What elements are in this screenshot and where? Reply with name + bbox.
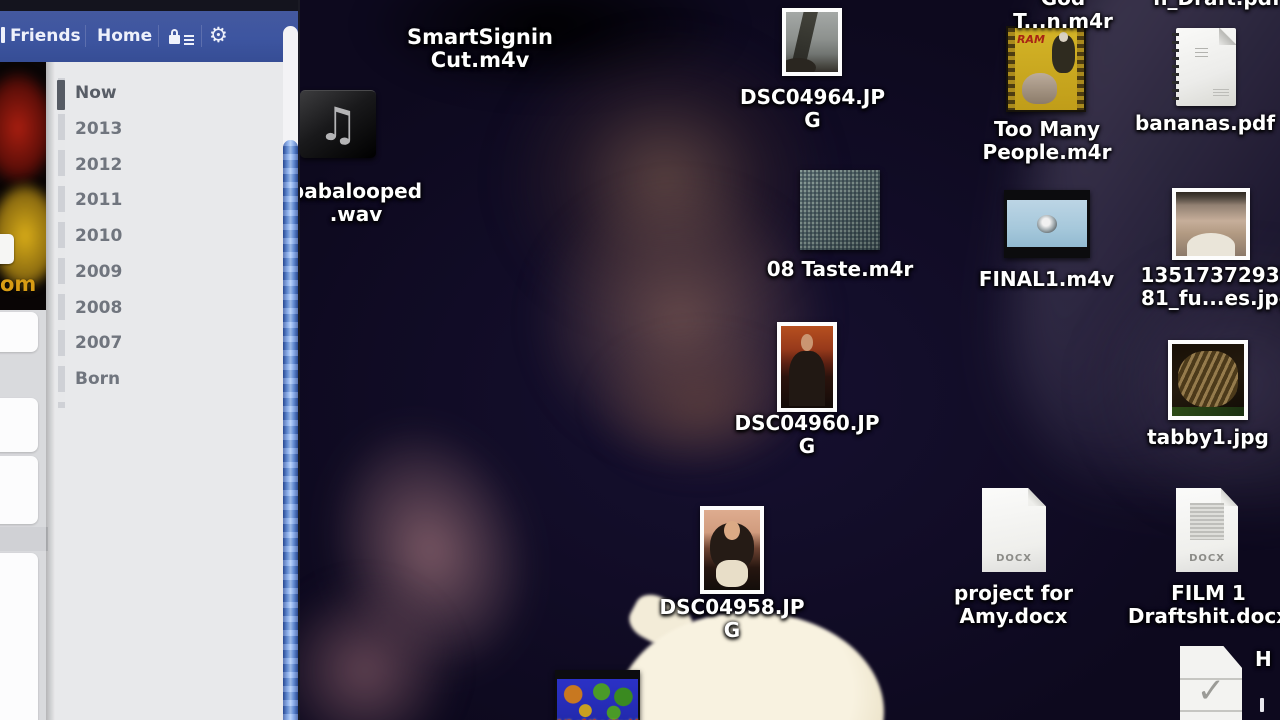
timeline-item-2008[interactable]: 2008	[75, 298, 122, 318]
album-art-icon: RAM	[1006, 26, 1086, 112]
noise-thumbnail-icon	[800, 170, 880, 250]
checklist-document-icon: ✓	[1180, 646, 1242, 720]
photo-thumbnail-icon	[1172, 188, 1250, 260]
timeline-item-2009[interactable]: 2009	[75, 262, 122, 282]
ad-red-shape	[0, 68, 46, 188]
desktop-icon-too-many-people-m4r[interactable]: RAM Too Many People.m4r	[300, 0, 380, 86]
timeline-item-2007[interactable]: 2007	[75, 333, 122, 353]
photo-thumbnail-icon	[782, 8, 842, 76]
lens-icon	[1037, 215, 1057, 233]
screen: Friends Home ⚙ om	[0, 0, 1280, 720]
sidebar-ad-image[interactable]: om	[0, 62, 46, 310]
timeline-item-2013[interactable]: 2013	[75, 119, 122, 139]
video-file-icon	[1004, 190, 1090, 258]
scrollbar-thumb[interactable]	[283, 140, 298, 720]
docx-document-icon: DOCX	[982, 488, 1046, 572]
timeline-item-now[interactable]: Now	[75, 83, 117, 103]
photo-thumbnail-icon	[777, 322, 837, 412]
baby-photo	[1176, 192, 1246, 256]
folded-corner	[1219, 28, 1236, 45]
window-top-strip	[0, 0, 300, 11]
portrait-photo	[781, 326, 833, 408]
mac-desktop[interactable]: SmartSignin Cut.m4v ♫ babalooped .wav Go…	[300, 0, 1280, 720]
docx-badge: DOCX	[982, 553, 1046, 564]
spiral-binding	[1172, 33, 1179, 102]
nav-divider	[85, 25, 86, 47]
text-preview	[1190, 503, 1225, 540]
nav-home[interactable]: Home	[97, 26, 152, 46]
timeline-now-indicator	[57, 80, 65, 110]
cat-photo	[1172, 344, 1244, 416]
timeline-item-born[interactable]: Born	[75, 369, 120, 389]
facebook-window: Friends Home ⚙ om	[0, 0, 300, 720]
docx-document-icon: DOCX	[1176, 488, 1238, 572]
desktop-icon-n-draft-pdf[interactable]: n_Draft.pdf	[1152, 0, 1280, 10]
gear-icon[interactable]: ⚙	[209, 23, 228, 47]
privacy-shortcuts-icon[interactable]	[169, 28, 195, 46]
folded-corner	[1028, 488, 1046, 506]
photo-thumbnail-icon	[1168, 340, 1248, 420]
desktop-icon-god-m4r[interactable]: God T...n.m4r	[988, 0, 1138, 33]
feed-gap	[0, 527, 48, 551]
nav-divider	[158, 25, 159, 47]
ad-button[interactable]	[0, 234, 14, 264]
column-shadow	[46, 62, 55, 720]
world-map-video-icon: 1/3 of the World	[555, 670, 640, 720]
desktop-icon-smartsignin-cut-m4v[interactable]: SmartSignin Cut.m4v	[395, 26, 565, 72]
photo-thumbnail-icon	[700, 506, 764, 594]
feed-card[interactable]	[0, 553, 38, 720]
timeline-item-2010[interactable]: 2010	[75, 226, 122, 246]
portrait-photo	[704, 510, 760, 590]
music-file-icon: ♫	[300, 90, 376, 158]
partial-label-fragment	[1260, 698, 1264, 712]
feed-card[interactable]	[0, 456, 38, 524]
timeline-item-2011[interactable]: 2011	[75, 190, 122, 210]
facebook-navbar: Friends Home ⚙	[0, 11, 300, 62]
pdf-document-icon	[1176, 28, 1236, 106]
docx-badge: DOCX	[1176, 553, 1238, 564]
nav-text-fragment	[1, 27, 5, 43]
monument-photo	[786, 12, 838, 72]
nav-friends[interactable]: Friends	[10, 26, 81, 46]
desktop-icon-partial-label[interactable]: H	[1255, 648, 1280, 671]
album-title-text: RAM	[1017, 33, 1045, 46]
checkmark-icon: ✓	[1180, 671, 1242, 711]
feed-card[interactable]	[0, 398, 38, 452]
timeline-track	[58, 78, 65, 408]
nav-divider	[201, 25, 202, 47]
facebook-left-column: om	[0, 62, 46, 720]
album-ram-animal	[1022, 73, 1057, 104]
timeline-item-2012[interactable]: 2012	[75, 155, 122, 175]
album-figure	[1052, 35, 1075, 73]
feed-card[interactable]	[0, 312, 38, 352]
ad-caption: om	[0, 272, 36, 296]
music-note-icon: ♫	[317, 97, 358, 151]
